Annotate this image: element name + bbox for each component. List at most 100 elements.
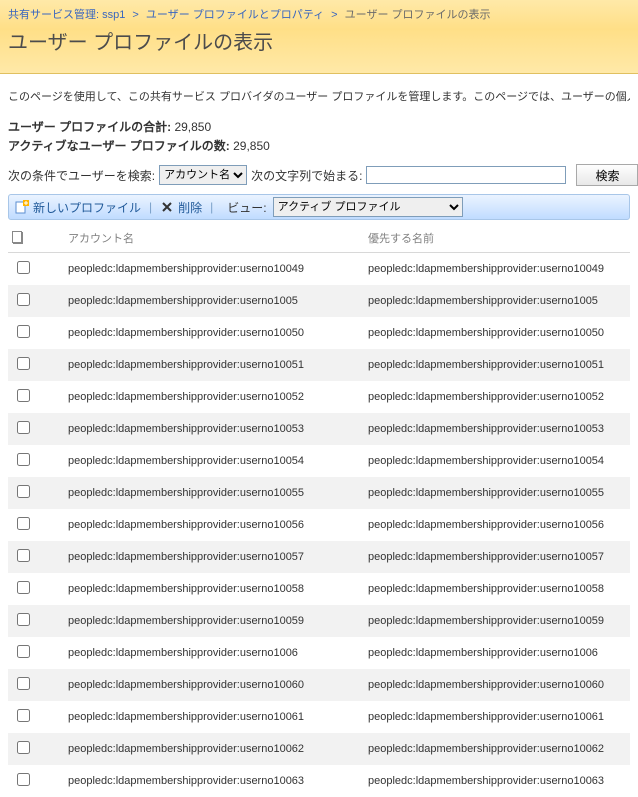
row-preferred-name: peopledc:ldapmembershipprovider:userno10… bbox=[364, 637, 630, 669]
search-input[interactable] bbox=[366, 166, 566, 184]
row-checkbox[interactable] bbox=[17, 549, 30, 562]
row-account[interactable]: peopledc:ldapmembershipprovider:userno10… bbox=[64, 541, 364, 573]
table-row: peopledc:ldapmembershipprovider:userno10… bbox=[8, 573, 630, 605]
row-checkbox[interactable] bbox=[17, 357, 30, 370]
row-checkbox[interactable] bbox=[17, 453, 30, 466]
table-row: peopledc:ldapmembershipprovider:userno10… bbox=[8, 509, 630, 541]
breadcrumb-link-ssp[interactable]: 共有サービス管理: ssp1 bbox=[8, 9, 125, 21]
breadcrumb-link-profiles[interactable]: ユーザー プロファイルとプロパティ bbox=[146, 9, 324, 21]
page-title: ユーザー プロファイルの表示 bbox=[8, 26, 630, 55]
row-edit-cell[interactable] bbox=[38, 253, 64, 286]
row-edit-cell[interactable] bbox=[38, 445, 64, 477]
row-checkbox-cell bbox=[8, 733, 38, 765]
row-checkbox[interactable] bbox=[17, 741, 30, 754]
row-checkbox-cell bbox=[8, 765, 38, 797]
row-checkbox-cell bbox=[8, 381, 38, 413]
row-preferred-name: peopledc:ldapmembershipprovider:userno10… bbox=[364, 733, 630, 765]
row-preferred-name: peopledc:ldapmembershipprovider:userno10… bbox=[364, 285, 630, 317]
breadcrumb-current: ユーザー プロファイルの表示 bbox=[345, 9, 491, 21]
table-row: peopledc:ldapmembershipprovider:userno10… bbox=[8, 541, 630, 573]
row-checkbox[interactable] bbox=[17, 581, 30, 594]
row-edit-cell[interactable] bbox=[38, 317, 64, 349]
table-header-row: アカウント名 優先する名前 bbox=[8, 224, 630, 253]
row-account[interactable]: peopledc:ldapmembershipprovider:userno10… bbox=[64, 285, 364, 317]
row-checkbox[interactable] bbox=[17, 613, 30, 626]
row-preferred-name: peopledc:ldapmembershipprovider:userno10… bbox=[364, 765, 630, 797]
row-checkbox-cell bbox=[8, 413, 38, 445]
row-account[interactable]: peopledc:ldapmembershipprovider:userno10… bbox=[64, 477, 364, 509]
row-edit-cell[interactable] bbox=[38, 477, 64, 509]
row-account[interactable]: peopledc:ldapmembershipprovider:userno10… bbox=[64, 765, 364, 797]
row-account[interactable]: peopledc:ldapmembershipprovider:userno10… bbox=[64, 573, 364, 605]
row-checkbox-cell bbox=[8, 285, 38, 317]
row-edit-cell[interactable] bbox=[38, 381, 64, 413]
row-edit-cell[interactable] bbox=[38, 637, 64, 669]
delete-button[interactable]: 削除 bbox=[160, 199, 202, 216]
row-checkbox-cell bbox=[8, 477, 38, 509]
row-checkbox[interactable] bbox=[17, 389, 30, 402]
preferred-header[interactable]: 優先する名前 bbox=[364, 224, 630, 253]
new-profile-button[interactable]: 新しいプロファイル bbox=[15, 199, 141, 216]
row-account[interactable]: peopledc:ldapmembershipprovider:userno10… bbox=[64, 669, 364, 701]
row-edit-cell[interactable] bbox=[38, 349, 64, 381]
header: 共有サービス管理: ssp1 > ユーザー プロファイルとプロパティ > ユーザ… bbox=[0, 0, 638, 74]
row-checkbox-cell bbox=[8, 701, 38, 733]
active-profiles-label: アクティブなユーザー プロファイルの数: bbox=[8, 139, 230, 153]
select-all-header[interactable] bbox=[8, 224, 38, 253]
account-header[interactable]: アカウント名 bbox=[64, 224, 364, 253]
row-edit-cell[interactable] bbox=[38, 285, 64, 317]
row-edit-cell[interactable] bbox=[38, 733, 64, 765]
row-checkbox[interactable] bbox=[17, 485, 30, 498]
row-edit-cell[interactable] bbox=[38, 701, 64, 733]
search-button[interactable]: 検索 bbox=[576, 164, 638, 186]
row-account[interactable]: peopledc:ldapmembershipprovider:userno10… bbox=[64, 349, 364, 381]
table-row: peopledc:ldapmembershipprovider:userno10… bbox=[8, 477, 630, 509]
search-by-select[interactable]: アカウント名 bbox=[159, 165, 247, 185]
row-edit-cell[interactable] bbox=[38, 413, 64, 445]
row-checkbox[interactable] bbox=[17, 325, 30, 338]
row-checkbox-cell bbox=[8, 349, 38, 381]
row-preferred-name: peopledc:ldapmembershipprovider:userno10… bbox=[364, 701, 630, 733]
row-checkbox[interactable] bbox=[17, 677, 30, 690]
row-preferred-name: peopledc:ldapmembershipprovider:userno10… bbox=[364, 477, 630, 509]
row-account[interactable]: peopledc:ldapmembershipprovider:userno10… bbox=[64, 253, 364, 286]
row-edit-cell[interactable] bbox=[38, 765, 64, 797]
row-edit-cell[interactable] bbox=[38, 669, 64, 701]
row-account[interactable]: peopledc:ldapmembershipprovider:userno10… bbox=[64, 733, 364, 765]
row-account[interactable]: peopledc:ldapmembershipprovider:userno10… bbox=[64, 413, 364, 445]
table-row: peopledc:ldapmembershipprovider:userno10… bbox=[8, 285, 630, 317]
row-account[interactable]: peopledc:ldapmembershipprovider:userno10… bbox=[64, 509, 364, 541]
row-preferred-name: peopledc:ldapmembershipprovider:userno10… bbox=[364, 445, 630, 477]
row-account[interactable]: peopledc:ldapmembershipprovider:userno10… bbox=[64, 381, 364, 413]
row-checkbox-cell bbox=[8, 317, 38, 349]
row-edit-cell[interactable] bbox=[38, 573, 64, 605]
row-checkbox[interactable] bbox=[17, 645, 30, 658]
table-row: peopledc:ldapmembershipprovider:userno10… bbox=[8, 413, 630, 445]
row-account[interactable]: peopledc:ldapmembershipprovider:userno10… bbox=[64, 637, 364, 669]
view-select[interactable]: アクティブ プロファイル bbox=[273, 197, 463, 217]
row-edit-cell[interactable] bbox=[38, 605, 64, 637]
row-preferred-name: peopledc:ldapmembershipprovider:userno10… bbox=[364, 253, 630, 286]
row-preferred-name: peopledc:ldapmembershipprovider:userno10… bbox=[364, 605, 630, 637]
row-checkbox[interactable] bbox=[17, 293, 30, 306]
row-account[interactable]: peopledc:ldapmembershipprovider:userno10… bbox=[64, 317, 364, 349]
search-starts-label: 次の文字列で始まる: bbox=[251, 167, 362, 184]
row-checkbox[interactable] bbox=[17, 421, 30, 434]
row-account[interactable]: peopledc:ldapmembershipprovider:userno10… bbox=[64, 701, 364, 733]
row-checkbox-cell bbox=[8, 605, 38, 637]
row-checkbox[interactable] bbox=[17, 773, 30, 786]
select-all-icon bbox=[12, 231, 22, 243]
breadcrumb-sep: > bbox=[128, 9, 142, 21]
row-edit-cell[interactable] bbox=[38, 509, 64, 541]
row-edit-cell[interactable] bbox=[38, 541, 64, 573]
row-account[interactable]: peopledc:ldapmembershipprovider:userno10… bbox=[64, 605, 364, 637]
table-row: peopledc:ldapmembershipprovider:userno10… bbox=[8, 669, 630, 701]
row-account[interactable]: peopledc:ldapmembershipprovider:userno10… bbox=[64, 445, 364, 477]
row-preferred-name: peopledc:ldapmembershipprovider:userno10… bbox=[364, 573, 630, 605]
row-checkbox[interactable] bbox=[17, 517, 30, 530]
row-checkbox[interactable] bbox=[17, 261, 30, 274]
row-checkbox[interactable] bbox=[17, 709, 30, 722]
table-row: peopledc:ldapmembershipprovider:userno10… bbox=[8, 381, 630, 413]
table-row: peopledc:ldapmembershipprovider:userno10… bbox=[8, 637, 630, 669]
delete-label: 削除 bbox=[178, 199, 202, 216]
